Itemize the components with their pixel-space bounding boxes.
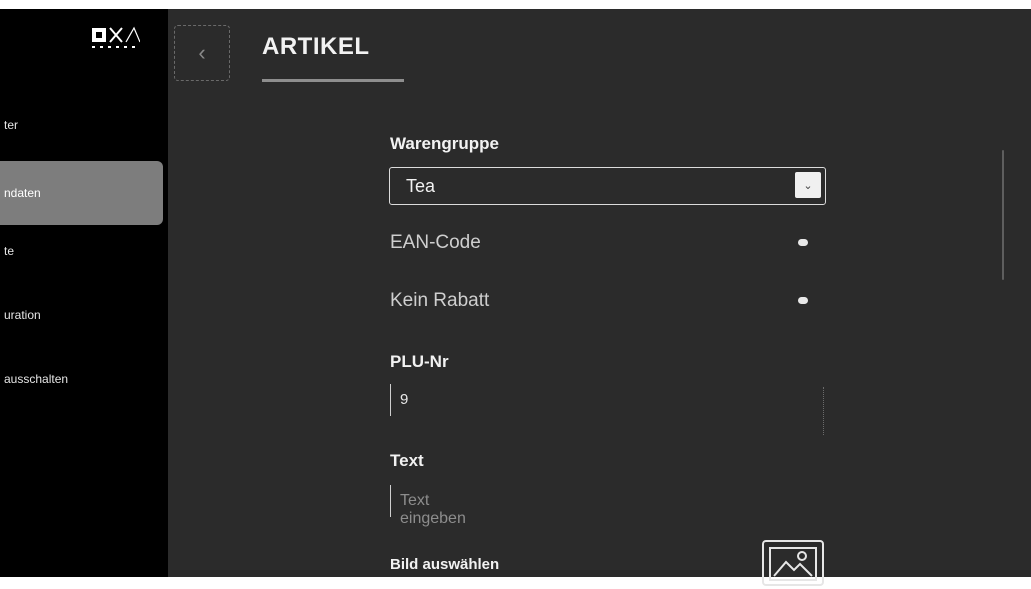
chevron-down-icon[interactable]: ⌄ [795,172,821,198]
warengruppe-value: Tea [406,176,436,196]
sidebar-item-label: ndaten [4,186,41,200]
page-title: ARTIKEL [262,33,370,60]
title-underline [262,79,404,82]
rabatt-label: Kein Rabatt [390,290,490,311]
plu-label: PLU-Nr [390,352,449,371]
image-label: Bild auswählen [390,556,500,573]
ean-label: EAN-Code [390,232,481,253]
app-window: ter ndaten te uration ausschalten ‹ ARTI… [0,9,1031,586]
sidebar-item-label: ausschalten [4,372,69,386]
sidebar-item-label: ter [4,118,19,132]
sidebar-item-4[interactable]: ausschalten [0,347,163,411]
plu-value: 9 [400,391,409,408]
image-picker-button[interactable] [762,540,824,586]
text-input[interactable]: Text eingeben [390,485,466,527]
sidebar-item-0[interactable]: ter [0,93,163,157]
sidebar-item-3[interactable]: uration [0,283,163,347]
ean-toggle[interactable] [798,239,808,246]
back-button[interactable]: ‹ [174,25,230,81]
sidebar-item-label: te [4,244,15,258]
sidebar-item-2[interactable]: te [0,219,163,283]
plu-stepper-dots [819,387,824,435]
warengruppe-select[interactable]: Tea ⌄ [389,167,826,205]
rabatt-toggle[interactable] [798,297,808,304]
image-icon [769,547,817,581]
text-placeholder: Text eingeben [400,492,466,527]
plu-input[interactable]: 9 [390,384,408,416]
sidebar-item-1[interactable]: ndaten [0,161,163,225]
rabatt-row: Kein Rabatt [390,287,830,317]
sidebar-item-label: uration [4,308,41,322]
brand-logo [92,26,140,48]
scrollbar[interactable] [1002,150,1004,280]
text-label: Text [390,451,424,470]
warengruppe-label: Warengruppe [390,134,499,153]
chevron-left-icon: ‹ [198,40,206,65]
sidebar: ter ndaten te uration ausschalten [0,9,168,577]
ean-row: EAN-Code [390,229,830,259]
